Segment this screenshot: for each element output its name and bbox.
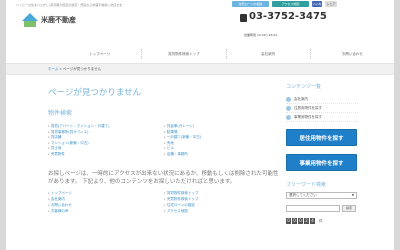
counter-digit: 0: [298, 218, 303, 224]
not-found-notice: お探しページは、一時的にアクセスが出来ない状況にあるか、移動もしくは削除された可…: [48, 171, 279, 185]
site-logo[interactable]: 米鹿不動産: [22, 13, 76, 27]
search-button[interactable]: 検索: [342, 205, 356, 212]
sidebar-list: 会社案内 住居用物件を探す 事業用物件を探す: [286, 95, 358, 122]
sidebar: コンテンツ一覧 会社案内 住居用物件を探す 事業用物件を探す 居住用物件を探す …: [286, 80, 358, 224]
breadcrumb-current: ページが見つかりません: [62, 67, 102, 71]
bullet-icon: [286, 105, 291, 111]
phone-block: 03-3752-3475: [240, 12, 359, 22]
search-input[interactable]: [286, 205, 340, 212]
main-content: ページが見つかりません 物件検索 賃貸(アパート・マンション・戸建て) 賃貸事務…: [48, 80, 280, 214]
free-word-search: 検索: [286, 205, 358, 212]
sidebar-title: コンテンツ一覧: [286, 84, 322, 90]
property-links-right: 貸倉庫(ガレージ) 駐車場 一戸建て(新築・中古) 売地 ビル 店舗・事務所: [164, 124, 280, 157]
share-button[interactable]: シェア: [325, 1, 337, 7]
list-item[interactable]: アクセス地図: [164, 208, 280, 214]
nav-item-top[interactable]: トップページ: [58, 49, 141, 59]
page: ハッピーな住まいさがし!東京都大田区の賃貸・売買なら米鹿不動産にお任せを 米鹿不…: [6, 0, 394, 250]
header: ハッピーな住まいさがし!東京都大田区の賃貸・売買なら米鹿不動産にお任せを 米鹿不…: [6, 0, 394, 45]
counter-digit: 0: [292, 218, 297, 224]
breadcrumb-home[interactable]: ホーム: [48, 67, 58, 71]
list-item[interactable]: 店舗・事務所: [164, 152, 280, 158]
house-logo-icon: [22, 13, 38, 27]
category-select-value: 選択してください: [289, 193, 317, 197]
bullet-icon: [286, 114, 291, 120]
sidebar-item-business[interactable]: 事業用物件を探す: [286, 113, 358, 122]
list-item[interactable]: 売買物件: [48, 152, 164, 158]
nav-item-company[interactable]: 会社案内: [225, 49, 310, 59]
property-links: 賃貸(アパート・マンション・戸建て) 賃貸事務所(貸オフィス) 貸店舗 マンショ…: [48, 124, 280, 157]
residential-search-banner[interactable]: 居住用物件を探す: [286, 129, 357, 146]
global-nav: トップページ 賃貸物件検索トップ 会社案内 お問い合わせ: [58, 49, 394, 59]
nav-item-rental-search[interactable]: 賃貸物件検索トップ: [141, 49, 225, 59]
sidebar-item-label: 住居用物件を探す: [294, 105, 322, 110]
visit-counter: 0 0 0 2 4 件: [286, 218, 358, 224]
facebook-like-button[interactable]: いいね: [312, 1, 322, 7]
site-links: トップページ 会社案内 お問い合わせ お客様の声 賃貸物件検索トップ 売買物件検…: [48, 190, 280, 214]
phone-number[interactable]: 03-3752-3475: [249, 12, 359, 22]
nav-item-contact[interactable]: お問い合わせ: [309, 49, 394, 59]
loan-consult-button[interactable]: 住宅ローンの相談: [232, 1, 269, 7]
business-search-banner[interactable]: 事業用物件を探す: [286, 154, 357, 171]
counter-unit: 件: [319, 218, 323, 223]
counter-digit: 2: [304, 218, 309, 224]
counter-digit: 4: [310, 218, 315, 224]
site-links-right: 賃貸物件検索トップ 売買物件検索トップ 住宅ローンの相談 アクセス地図: [164, 190, 280, 214]
counter-digit: 0: [286, 218, 291, 224]
category-select[interactable]: 選択してください ▼: [286, 192, 357, 199]
site-tagline: ハッピーな住まいさがし!東京都大田区の賃貸・売買なら米鹿不動産にお任せを: [16, 3, 123, 7]
section-title: 物件検索: [48, 110, 73, 117]
free-word-title: フリーワード検索: [286, 182, 327, 188]
sidebar-item-label: 事業用物件を探す: [294, 114, 322, 119]
breadcrumb: ホーム » ページが見つかりません: [48, 67, 101, 72]
business-hours: 営業時間 10:00〜18:00: [244, 33, 278, 37]
page-title: ページが見つかりません: [48, 88, 142, 98]
sidebar-item-label: 会社案内: [294, 96, 308, 101]
property-links-left: 賃貸(アパート・マンション・戸建て) 賃貸事務所(貸オフィス) 貸店舗 マンショ…: [48, 124, 164, 157]
breadcrumb-bar: ホーム » ページが見つかりません: [6, 63, 394, 75]
bullet-icon: [286, 96, 291, 102]
site-links-left: トップページ 会社案内 お問い合わせ お客様の声: [48, 190, 164, 214]
phone-icon: [240, 14, 247, 22]
header-buttons: 住宅ローンの相談 アクセス地図 いいね シェア: [232, 1, 337, 7]
access-map-button[interactable]: アクセス地図: [272, 1, 309, 7]
chevron-down-icon: ▼: [351, 193, 354, 197]
list-item[interactable]: お客様の声: [48, 208, 164, 214]
logo-text: 米鹿不動産: [41, 16, 76, 24]
